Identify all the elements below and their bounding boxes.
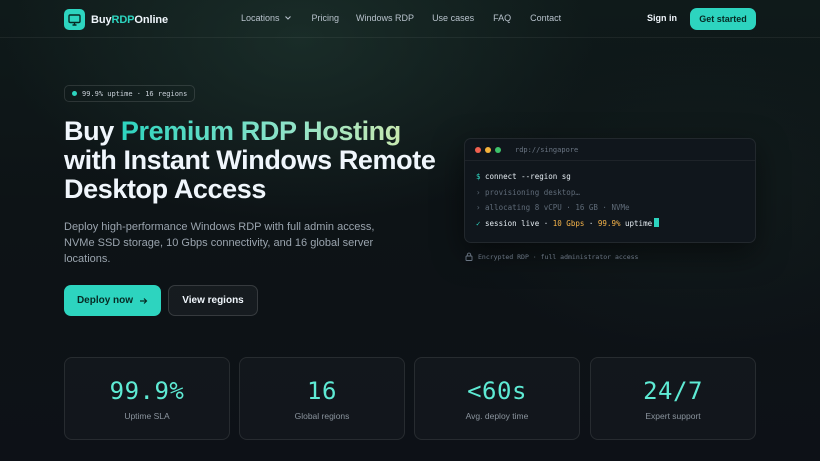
terminal-line-allocating: › allocating 8 vCPU · 16 GB · NVMe [476,203,630,212]
brand-name: BuyRDPOnline [91,13,169,26]
status-dot-icon [72,91,77,96]
stat-value: 99.9% [109,377,185,405]
stat-card-regions: 16 Global regions [239,357,405,440]
close-dot-icon [475,146,481,153]
stat-card-uptime: 99.9% Uptime SLA [64,357,230,440]
stat-label: Global regions [294,411,350,421]
cursor-icon [654,217,660,227]
nav-link-pricing[interactable]: Pricing [312,13,340,23]
lock-icon [465,252,473,261]
terminal-window: rdp://singapore $ connect --region sg › … [464,138,756,243]
nav-links: Locations Pricing Windows RDP Use cases … [241,13,561,23]
nav-link-windows-rdp[interactable]: Windows RDP [356,13,414,23]
stat-label: Uptime SLA [124,411,170,421]
monitor-icon [64,9,85,30]
chevron-down-icon [284,16,291,20]
nav-link-use-cases[interactable]: Use cases [432,13,474,23]
terminal-body: $ connect --region sg › provisioning des… [465,161,755,239]
view-regions-button[interactable]: View regions [168,285,258,316]
encryption-note: Encrypted RDP · full administrator acces… [465,252,638,261]
check-icon: ✓ [476,218,481,228]
hero-title-accent: Premium RDP Hosting [120,116,401,146]
brand-logo[interactable]: BuyRDPOnline [64,9,168,30]
hero-title: Buy Premium RDP Hosting with Instant Win… [64,116,436,204]
terminal-title: rdp://singapore [515,145,579,154]
minimize-dot-icon [485,146,491,153]
stat-value: 24/7 [643,377,703,405]
nav-link-faq[interactable]: FAQ [493,13,511,23]
hero-subtitle: Deploy high-performance Windows RDP with… [64,221,375,265]
stat-value: <60s [467,377,527,405]
nav-link-contact[interactable]: Contact [530,13,561,23]
stat-card-support: 24/7 Expert support [590,357,756,440]
terminal-line-command: $ connect --region sg [476,172,571,181]
terminal-titlebar: rdp://singapore [465,139,755,161]
stat-value: 16 [307,377,337,405]
sign-in-link[interactable]: Sign in [647,13,677,23]
get-started-button[interactable]: Get started [690,8,756,30]
deploy-now-button[interactable]: Deploy now [64,285,161,316]
top-navbar: BuyRDPOnline Locations Pricing Windows R… [0,0,820,38]
nav-link-locations[interactable]: Locations [241,13,292,23]
maximize-dot-icon [495,146,501,153]
terminal-line-provisioning: › provisioning desktop… [476,187,580,197]
stat-label: Expert support [645,411,701,421]
terminal-line-live: ✓ session live · 10 Gbps · 99.9% uptime [476,216,744,232]
badge-text: 99.9% uptime · 16 regions [82,89,188,98]
arrow-right-icon [140,297,148,304]
stat-card-deploy-time: <60s Avg. deploy time [414,357,580,440]
uptime-badge: 99.9% uptime · 16 regions [64,85,196,102]
stat-label: Avg. deploy time [465,411,529,421]
